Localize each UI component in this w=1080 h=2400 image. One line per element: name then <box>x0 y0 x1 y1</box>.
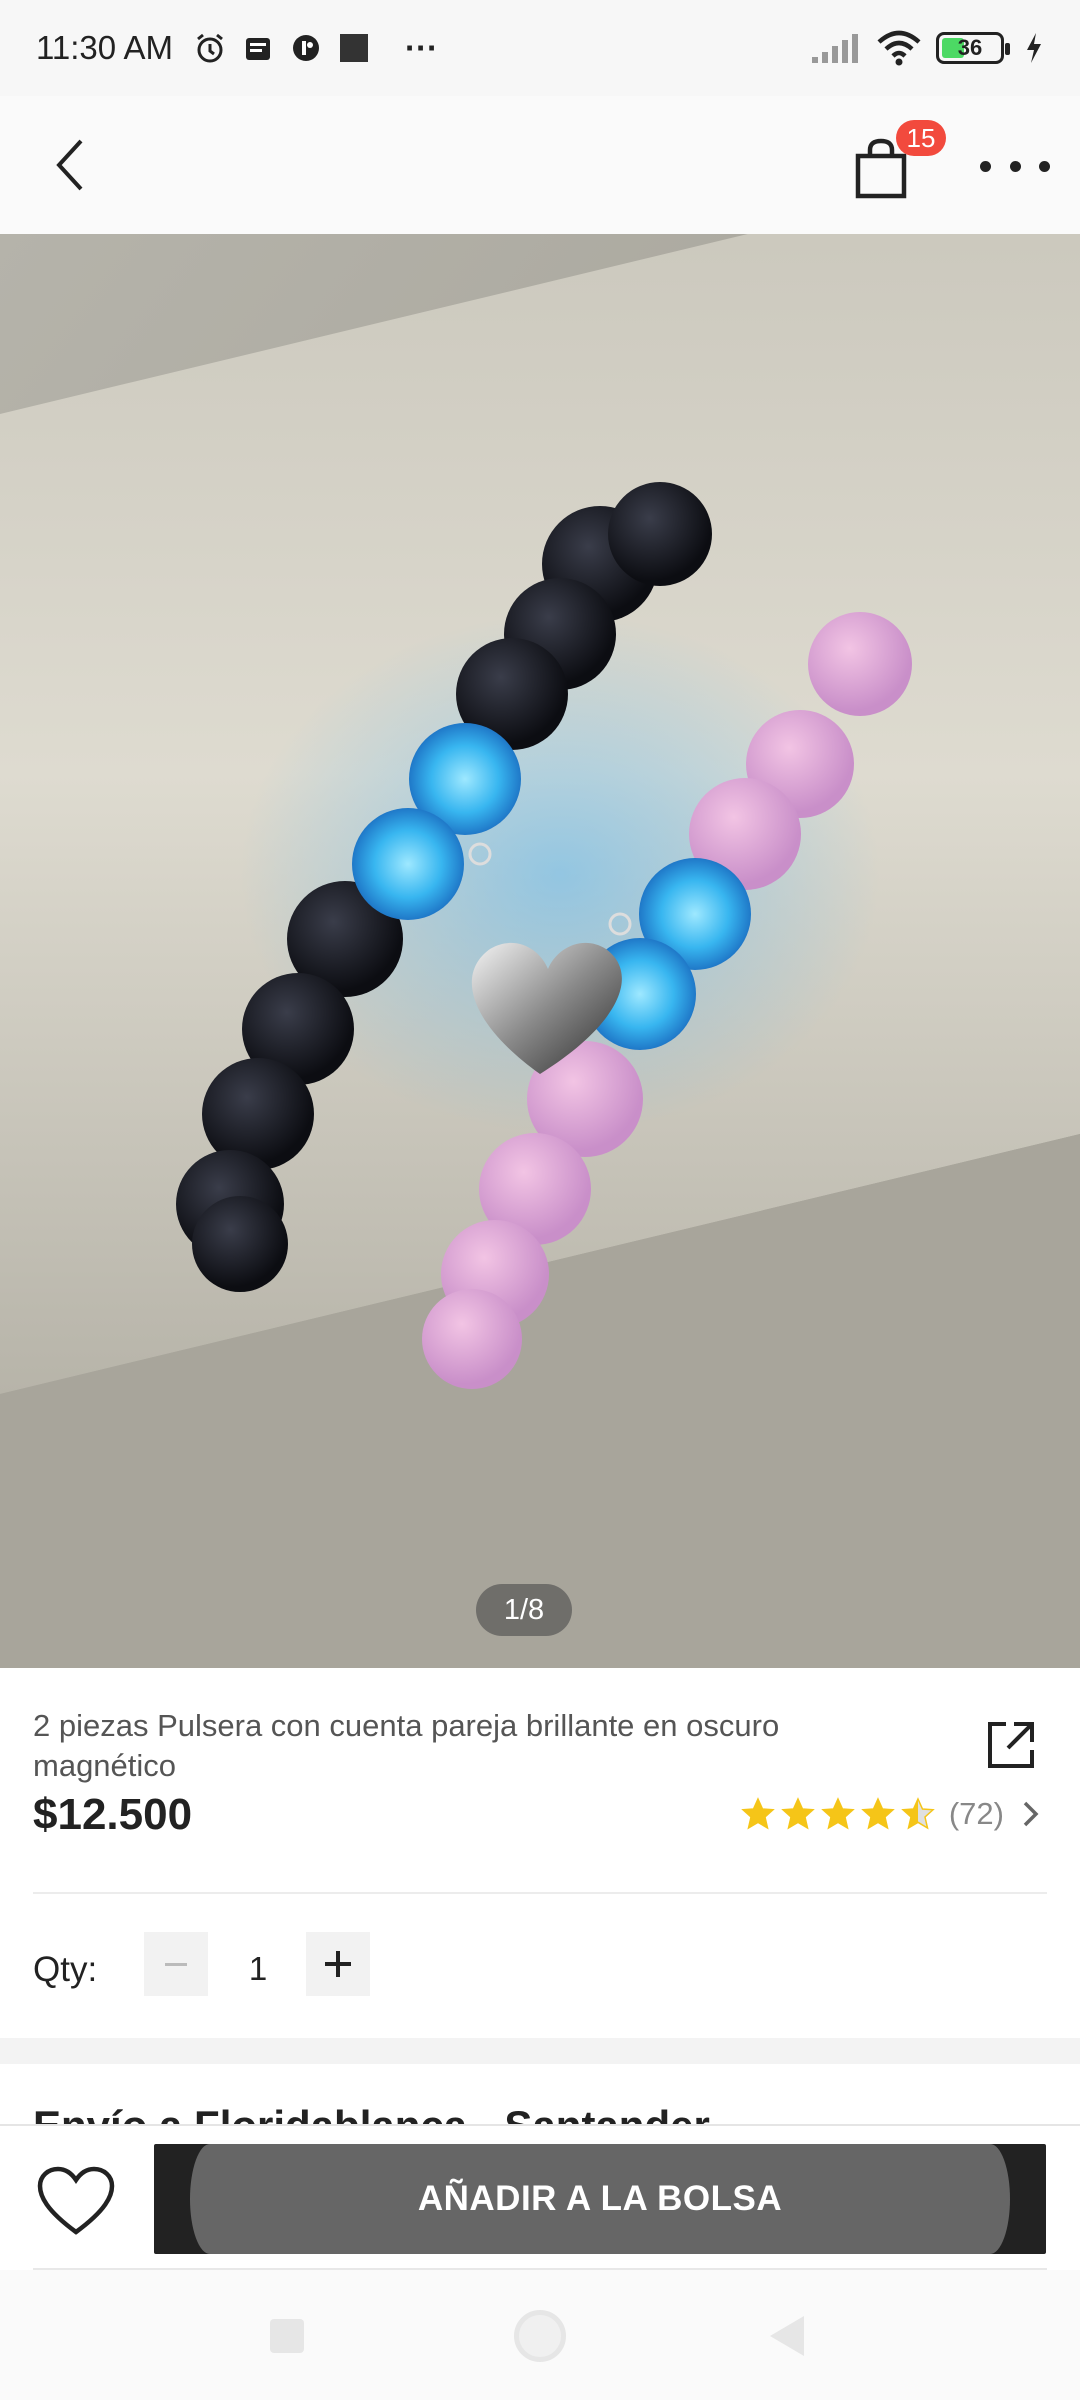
divider <box>33 1892 1047 1894</box>
minus-icon <box>165 1962 187 1966</box>
product-price: $12.500 <box>33 1790 193 1839</box>
system-back-icon[interactable] <box>770 2316 804 2356</box>
add-to-bag-button[interactable]: AÑADIR A LA BOLSA <box>154 2144 1046 2254</box>
alarm-icon <box>197 33 223 63</box>
system-nav-bar <box>0 2270 1080 2400</box>
rating-stars <box>741 1797 935 1831</box>
app-header: 15 <box>0 96 1080 234</box>
qty-decrease-button[interactable] <box>144 1932 208 1996</box>
review-count: (72) <box>948 1796 1004 1831</box>
star-icon <box>781 1797 815 1830</box>
bottom-action-bar: AÑADIR A LA BOLSA <box>0 2124 1080 2274</box>
signal-icon <box>812 34 858 63</box>
wifi-icon <box>877 30 921 66</box>
recents-icon[interactable] <box>270 2319 304 2353</box>
qty-label: Qty: <box>33 1950 98 1989</box>
status-left: 11:30 AM ··· <box>36 29 438 67</box>
section-separator <box>0 2038 1080 2064</box>
status-time: 11:30 AM <box>36 29 173 66</box>
more-icon[interactable] <box>980 146 1050 186</box>
product-title: 2 piezas Pulsera con cuenta pareja brill… <box>33 1708 780 1783</box>
product-info: 2 piezas Pulsera con cuenta pareja brill… <box>0 1668 1080 2038</box>
square-icon <box>339 34 368 62</box>
status-bar: 11:30 AM ··· 36 <box>0 0 1080 96</box>
status-more: ··· <box>404 29 438 66</box>
home-icon[interactable] <box>514 2310 566 2362</box>
status-right: 36 <box>810 30 1044 66</box>
qty-value: 1 <box>248 1950 268 1987</box>
qty-increase-button[interactable] <box>306 1932 370 1996</box>
battery-percent: 36 <box>957 35 983 60</box>
rating-link[interactable]: (72) <box>741 1796 1042 1832</box>
shipping-section[interactable]: Envío a Floridablanca - Santander <box>0 2064 1080 2124</box>
notes-icon <box>245 38 270 60</box>
shipping-heading: Envío a Floridablanca - Santander <box>33 2102 710 2124</box>
star-icon <box>741 1797 775 1830</box>
star-icon <box>861 1797 895 1830</box>
star-icon <box>901 1797 935 1830</box>
battery-icon: 36 <box>936 32 1010 64</box>
app-icon <box>292 35 319 61</box>
chevron-right-icon <box>1023 1801 1039 1827</box>
back-icon <box>56 139 83 191</box>
star-icon <box>821 1797 855 1830</box>
back-button[interactable] <box>36 130 106 200</box>
product-photo <box>0 234 1080 1668</box>
cart-badge: 15 <box>896 120 946 156</box>
charging-icon <box>1027 33 1041 63</box>
heart-icon[interactable] <box>36 2166 116 2238</box>
add-to-bag-label: AÑADIR A LA BOLSA <box>190 2144 1010 2254</box>
share-icon[interactable] <box>984 1718 1038 1772</box>
image-counter: 1/8 <box>476 1584 572 1636</box>
product-image[interactable]: 1/8 <box>0 234 1080 1668</box>
